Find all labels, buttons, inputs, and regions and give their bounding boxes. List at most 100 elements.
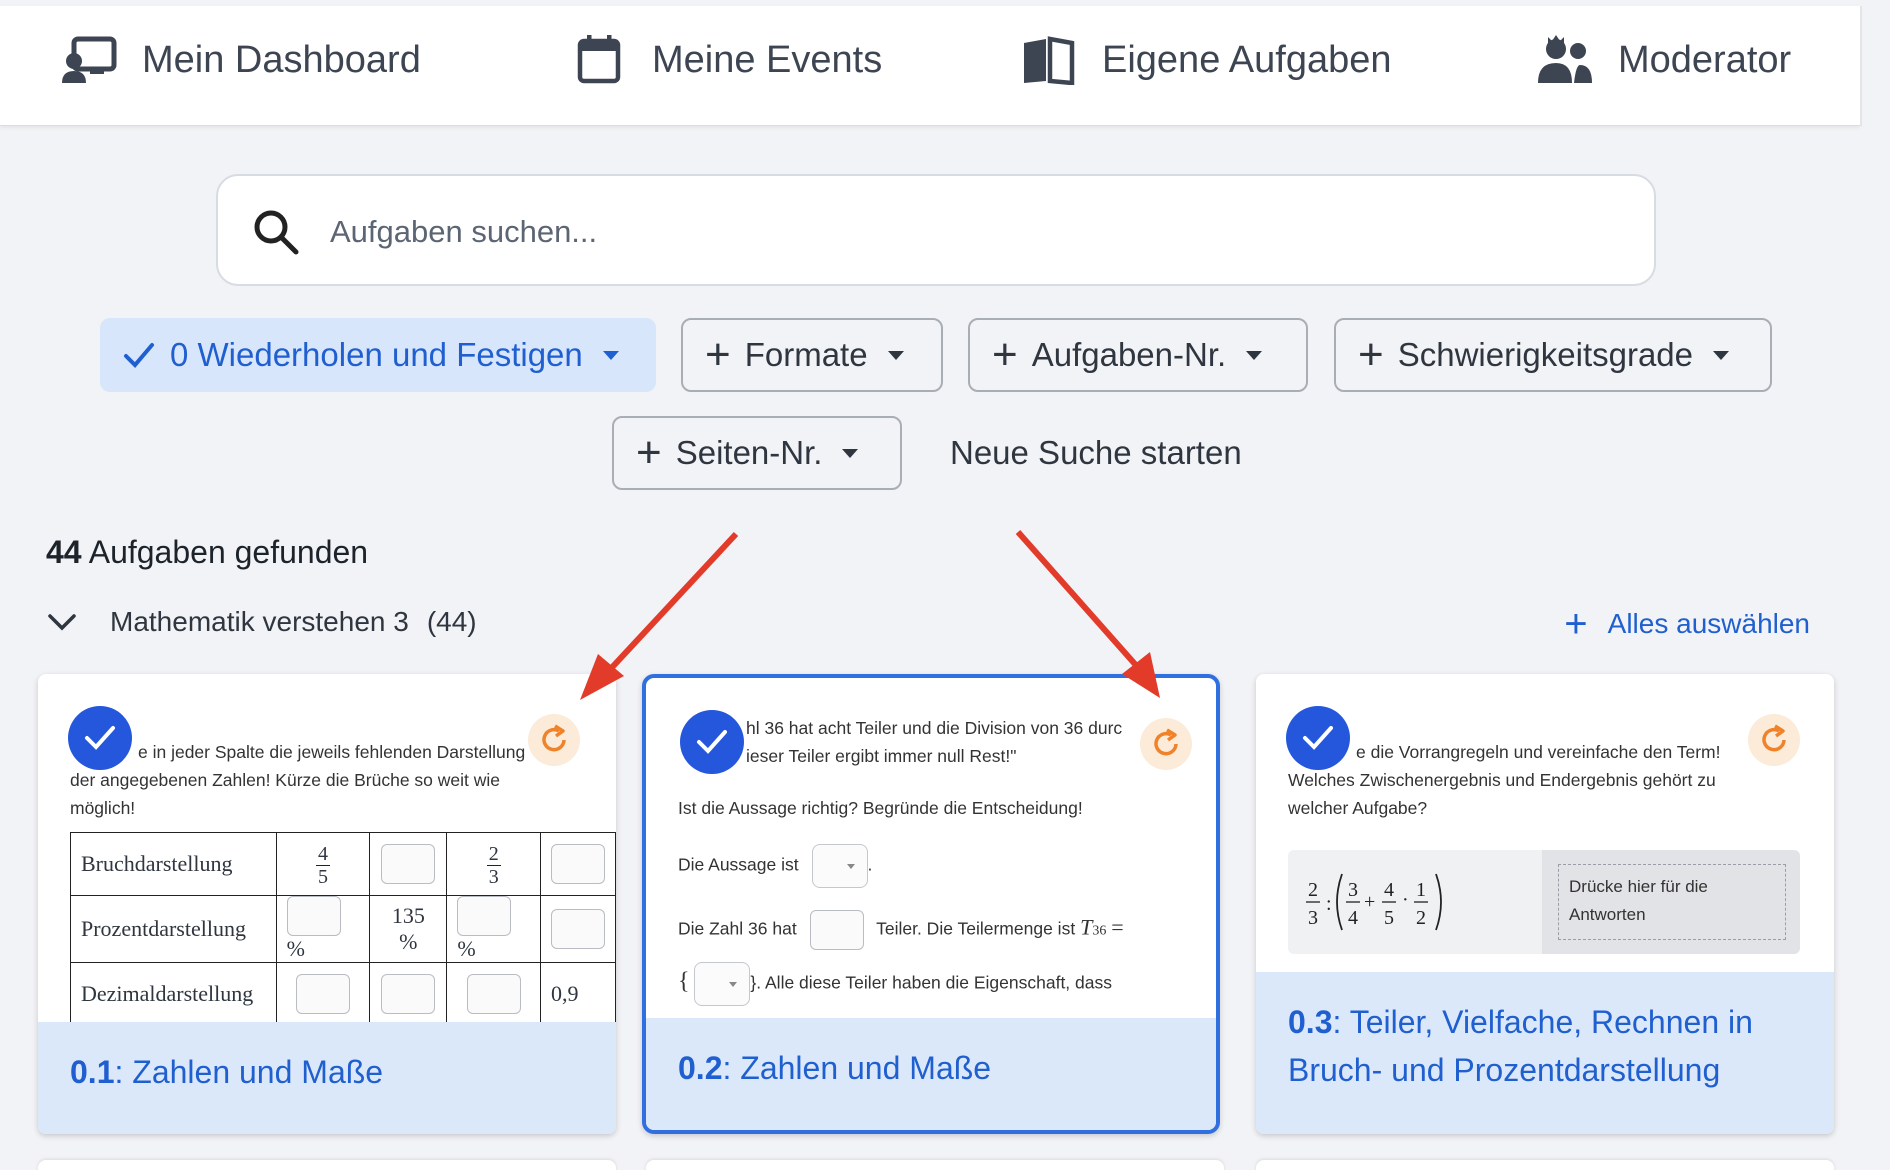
filter-schwierigkeitsgrade[interactable]: + Schwierigkeitsgrade [1334,318,1772,392]
refresh-icon[interactable] [1748,714,1800,766]
nav-events[interactable]: Meine Events [570,0,882,120]
plus-icon: + [705,330,731,379]
annotation-arrow [1015,530,1145,674]
new-search-link[interactable]: Neue Suche starten [950,434,1242,472]
nav-dashboard[interactable]: Mein Dashboard [60,0,421,120]
plus-icon: + [636,428,662,477]
chevron-down-icon [602,350,619,360]
divisor-label: Die Zahl 36 hat [678,918,797,939]
nav-own-tasks[interactable]: Eigene Aufgaben [1020,0,1392,120]
card-text: Die Aussage ist . [678,844,872,888]
search-icon [254,210,299,255]
checkmark-badge-icon[interactable] [1286,706,1350,770]
nav-moderator[interactable]: Moderator [1536,0,1791,120]
percent-sign: % [286,936,305,961]
answer-reveal-button[interactable]: Drücke hier für die Antworten [1558,864,1786,940]
svg-text:4: 4 [1384,879,1394,901]
filter-formate-label: Formate [744,336,868,373]
select-all-label: Alles auswählen [1607,608,1810,639]
input-cell [369,962,448,1026]
input-cell [539,895,616,963]
answer-dropdown[interactable] [811,844,868,888]
answer-input[interactable] [809,910,864,950]
answer-input[interactable] [381,844,436,884]
card-number: 0.3 [1288,1004,1333,1040]
plus-icon: + [1564,602,1588,646]
card-title[interactable]: 0.1: Zahlen und Maße [38,1022,616,1134]
card-text: e die Vorrangregeln und vereinfache den … [1356,742,1721,762]
select-all-button[interactable]: + Alles auswählen [1564,604,1810,644]
svg-text:2: 2 [1416,907,1426,929]
checkmark-badge-icon[interactable] [680,710,744,774]
filter-aufgaben-nr-label: Aufgaben-Nr. [1031,336,1227,373]
answer-input[interactable] [457,896,512,936]
answer-input[interactable] [550,844,605,884]
refresh-icon[interactable] [528,714,580,766]
chevron-down-icon [1713,350,1730,360]
input-cell [275,962,371,1026]
svg-text:3: 3 [1308,907,1318,929]
input-cell [446,962,541,1026]
group-header[interactable]: Mathematik verstehen 3 (44) [46,606,477,638]
math-term: 2 3 : 3 4 + 4 5 · 1 2 [1306,873,1442,931]
dashboard-icon [62,36,117,83]
numerator: 4 [315,843,330,866]
search-input[interactable] [330,202,1630,262]
card-number: 0.1 [70,1054,115,1090]
svg-text:2: 2 [1308,879,1318,901]
fraction-cell: 45 [275,832,371,896]
task-card[interactable]: e die Vorrangregeln und vereinfache den … [1256,674,1834,1134]
answer-input[interactable] [550,909,605,949]
input-cell: % [446,895,541,963]
card-title-text-2: Bruch- und Prozentdarstellung [1288,1052,1721,1088]
card-title-text: : Teiler, Vielfache, Rechnen in [1332,1004,1753,1040]
row-label: Bruchdarstellung [70,832,277,896]
divisor-label-2: Teiler. Die Teilermenge ist [876,918,1076,939]
task-card[interactable]: e in jeder Spalte die jeweils fehlenden … [38,674,616,1134]
nav-dashboard-label: Mein Dashboard [142,38,421,81]
task-card-selected[interactable]: hl 36 hat acht Teiler und die Division v… [642,674,1220,1134]
nav-own-tasks-label: Eigene Aufgaben [1102,38,1392,81]
task-card-partial[interactable] [646,1160,1224,1170]
svg-text::: : [1326,893,1332,915]
group-name: Mathematik verstehen 3 [110,606,409,637]
answer-input[interactable] [466,974,521,1014]
answer-input[interactable] [381,974,436,1014]
fraction: 45 [315,843,330,888]
filter-seiten-nr-label: Seiten-Nr. [675,434,823,471]
svg-text:4: 4 [1348,907,1358,929]
filter-seiten-nr[interactable]: + Seiten-Nr. [612,416,902,490]
answer-input[interactable] [295,974,350,1014]
set-symbol: T [1080,914,1093,940]
filter-wiederholen-label: 0 Wiederholen und Festigen [170,336,583,373]
task-card-partial[interactable] [1256,1160,1834,1170]
row-label: Dezimaldarstellung [70,962,277,1026]
refresh-icon[interactable] [1140,718,1192,770]
calendar-icon [577,35,621,84]
answer-input[interactable] [286,896,341,936]
users-icon [1538,35,1592,83]
checkmark-badge-icon[interactable] [68,706,132,770]
numerator: 2 [486,843,501,866]
card-text: { }. Alle diese Teiler haben die Eigensc… [678,962,1112,1006]
filter-schwierigkeitsgrade-label: Schwierigkeitsgrade [1397,336,1694,373]
filter-wiederholen[interactable]: 0 Wiederholen und Festigen [100,318,656,392]
filter-formate[interactable]: + Formate [681,318,943,392]
filter-aufgaben-nr[interactable]: + Aufgaben-Nr. [968,318,1308,392]
answer-dropdown[interactable] [694,962,751,1006]
group-count: (44) [426,606,477,637]
conversion-table: Bruchdarstellung 45 23 Prozentdarstellun… [70,832,616,1026]
task-card-partial[interactable] [38,1160,616,1170]
answer-reveal-area[interactable]: Drücke hier für die Antworten [1542,850,1800,954]
card-title[interactable]: 0.2: Zahlen und Maße [646,1018,1216,1130]
denominator: 3 [488,866,499,888]
value-cell: 135 % [369,895,448,963]
equals-sign: = [1111,914,1124,940]
nav-divider [1860,6,1862,126]
card-text: welcher Aufgabe? [1288,798,1428,818]
results-count: 44 Aufgaben gefunden [46,534,368,571]
svg-text:3: 3 [1348,879,1358,901]
card-title[interactable]: 0.3: Teiler, Vielfache, Rechnen in Bruch… [1256,972,1834,1134]
input-cell [369,832,448,896]
card-text: hl 36 hat acht Teiler und die Division v… [746,718,1123,738]
